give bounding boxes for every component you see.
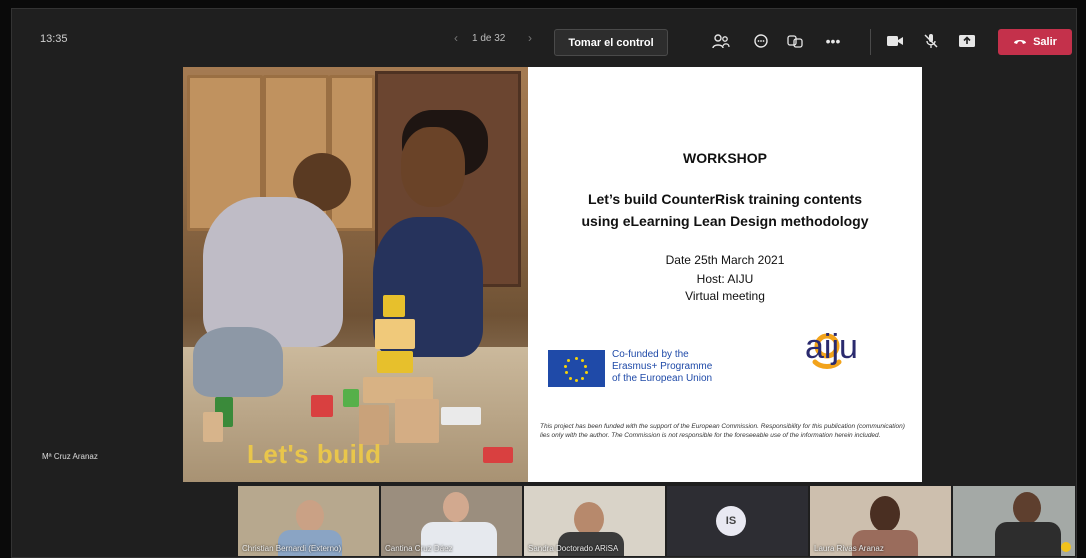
shared-slide: Let's build WORKSHOP Let’s build Counter… (183, 67, 922, 482)
slide-date: Date 25th March 2021 (665, 253, 785, 267)
slide-title-line-2: using eLearning Lean Design methodology (581, 213, 869, 229)
boy-body (203, 197, 343, 347)
eu-text-line: of the European Union (612, 373, 713, 384)
aiju-wordmark: aiju (805, 328, 858, 366)
cabinet-door (329, 75, 375, 231)
take-control-button[interactable]: Tomar el control (554, 29, 668, 56)
slide-text-panel: WORKSHOP Let’s build CounterRisk trainin… (528, 67, 922, 482)
phone-icon (1013, 36, 1027, 48)
eu-text-line: Co-funded by the (612, 349, 689, 360)
participant-face (296, 500, 324, 532)
reactions-icon[interactable] (784, 31, 806, 51)
photo-caption: Let's build (247, 439, 382, 469)
participant-tile[interactable]: Christian Bernardi (Externo) (238, 486, 379, 556)
participant-tile[interactable] (953, 486, 1075, 556)
slide-disclaimer: This project has been funded with the su… (540, 423, 905, 439)
participant-name: Christian Bernardi (Externo) (242, 544, 342, 553)
slide-title-line-1: Let’s build CounterRisk training content… (587, 191, 863, 207)
participant-name: Sandra Doctorado ARiSA (528, 544, 619, 553)
meeting-window: 13:35 ‹ 1 de 32 › Tomar el control ••• S… (11, 8, 1077, 558)
eu-cofunded-text: Co-funded by the Erasmus+ Programme of t… (612, 349, 712, 385)
participant-avatar: IS (716, 506, 746, 536)
mic-off-icon[interactable] (920, 31, 942, 51)
toy-block (377, 351, 413, 373)
meeting-clock: 13:35 (40, 33, 68, 45)
toy-block (375, 319, 415, 349)
boy-legs (193, 327, 283, 397)
participant-face (443, 492, 469, 522)
participant-tile[interactable]: IS (667, 486, 808, 556)
participant-face (574, 502, 604, 536)
participant-name: Cantina Cruz Dáez (385, 544, 453, 553)
share-icon[interactable] (956, 31, 978, 51)
people-icon[interactable] (710, 31, 732, 51)
participant-strip: Christian Bernardi (Externo) Cantina Cru… (12, 486, 1076, 557)
participant-tile[interactable]: Sandra Doctorado ARiSA (524, 486, 665, 556)
slide-venue: Virtual meeting (685, 289, 765, 303)
participant-face (1013, 492, 1041, 524)
participant-body (995, 522, 1061, 556)
aiju-logo: aiju (773, 328, 883, 377)
leave-button[interactable]: Salir (998, 29, 1072, 55)
toy-block (203, 412, 223, 442)
participant-face (870, 496, 900, 532)
slide-workshop-heading: WORKSHOP (683, 150, 767, 166)
chat-icon[interactable] (750, 31, 772, 51)
toolbar-divider (870, 29, 871, 55)
participant-name: Laura Rivas Aranaz (814, 544, 884, 553)
slide-photo-kids-building: Let's build (183, 67, 528, 482)
toy-block (343, 389, 359, 407)
slide-host: Host: AIJU (696, 272, 754, 286)
camera-icon[interactable] (884, 31, 906, 51)
eu-text-line: Erasmus+ Programme (612, 361, 713, 372)
leave-label: Salir (1033, 36, 1057, 48)
toy-train (441, 407, 481, 425)
presenter-name: Mª Cruz Aranaz (42, 452, 98, 461)
meeting-toolbar: 13:35 ‹ 1 de 32 › Tomar el control ••• S… (12, 9, 1076, 67)
toy-block (383, 295, 405, 317)
toy-train (483, 447, 513, 463)
toy-block (395, 399, 439, 443)
previous-slide-icon[interactable]: ‹ (454, 31, 458, 45)
toy-block (311, 395, 333, 417)
girl-head (401, 127, 465, 207)
more-icon[interactable]: ••• (822, 31, 844, 51)
participant-tile[interactable]: Cantina Cruz Dáez (381, 486, 522, 556)
slide-page-indicator: 1 de 32 (472, 33, 506, 44)
raised-hand-icon (1061, 542, 1071, 552)
eu-flag-logo (548, 350, 605, 387)
participant-tile[interactable]: Laura Rivas Aranaz (810, 486, 951, 556)
next-slide-icon[interactable]: › (528, 31, 532, 45)
